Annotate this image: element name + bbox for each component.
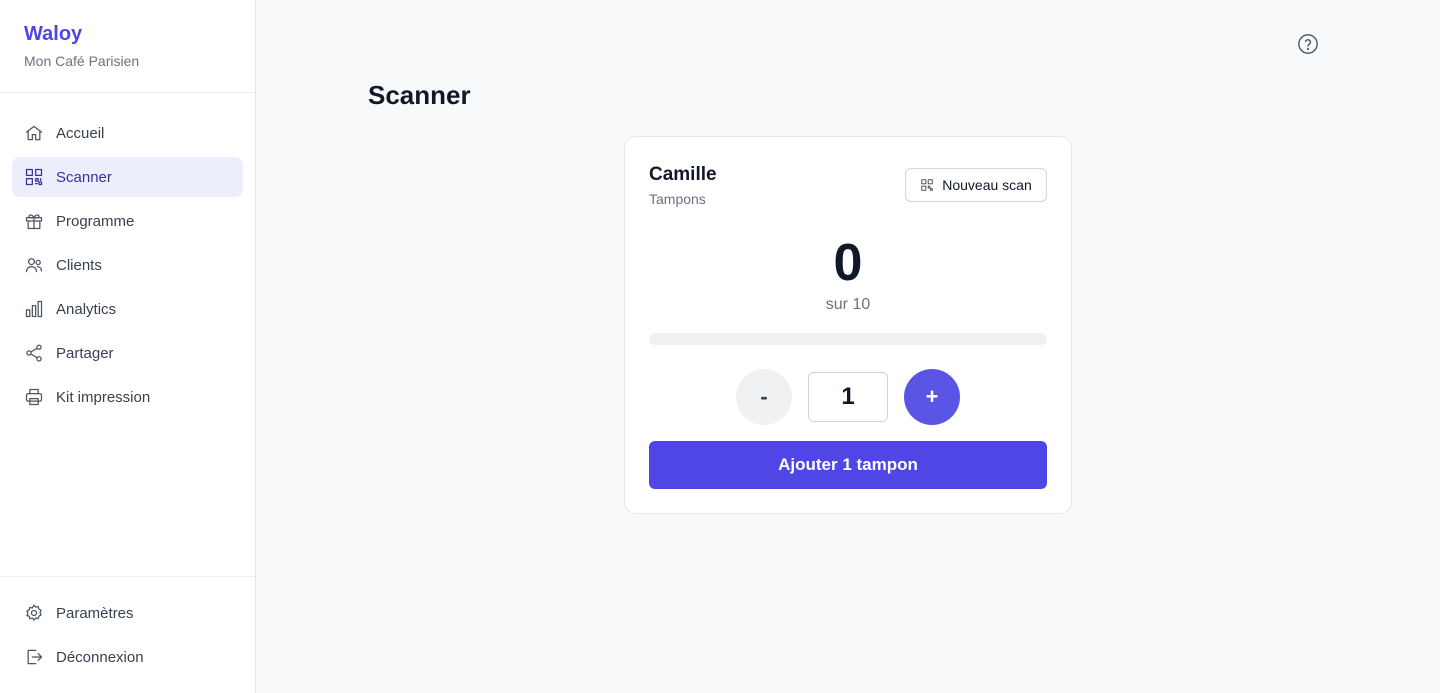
new-scan-button[interactable]: Nouveau scan [905,168,1047,202]
sidebar-bottom: Paramètres Déconnexion [0,576,255,693]
sidebar-item-analytics[interactable]: Analytics [12,289,243,329]
sidebar-item-kit-impression[interactable]: Kit impression [12,377,243,417]
brand-name[interactable]: Waloy [24,22,231,46]
gift-icon [24,211,44,231]
sidebar-item-label: Paramètres [56,604,134,622]
bar-chart-icon [24,299,44,319]
sidebar-item-accueil[interactable]: Accueil [12,113,243,153]
stamp-count: 0 [833,234,863,292]
sidebar-item-label: Programme [56,212,135,230]
qr-code-icon [24,167,44,187]
home-icon [24,123,44,143]
sidebar-item-partager[interactable]: Partager [12,333,243,373]
stamp-count-total: sur 10 [825,296,871,313]
logout-icon [24,647,44,667]
printer-icon [24,387,44,407]
users-icon [24,255,44,275]
quantity-stepper: - + [625,369,1071,425]
sidebar-item-label: Déconnexion [56,648,144,666]
sidebar-item-programme[interactable]: Programme [12,201,243,241]
sidebar-item-label: Partager [56,344,114,362]
qr-code-icon [921,179,933,191]
sidebar-item-label: Clients [56,256,102,274]
sidebar-item-parametres[interactable]: Paramètres [12,593,243,633]
customer-name: Camille [649,164,717,185]
sidebar-item-deconnexion[interactable]: Déconnexion [12,637,243,677]
sidebar-nav: Accueil Scanner Programme Clients Analyt… [0,93,255,576]
sidebar: Waloy Mon Café Parisien Accueil Scanner [0,0,256,693]
page-title: Scanner [368,80,471,110]
increment-button[interactable]: + [904,369,960,425]
brand: Waloy Mon Café Parisien [0,0,255,93]
share-icon [24,343,44,363]
app-root: Waloy Mon Café Parisien Accueil Scanner [0,0,1440,693]
sidebar-item-label: Analytics [56,300,117,318]
new-scan-label: Nouveau scan [942,177,1032,193]
help-circle-icon[interactable] [1297,33,1319,55]
quantity-input[interactable] [808,372,888,422]
decrement-button[interactable]: - [736,369,792,425]
sidebar-item-clients[interactable]: Clients [12,245,243,285]
gear-icon [24,603,44,623]
brand-subtitle: Mon Café Parisien [24,53,140,69]
customer-subtitle: Tampons [649,191,706,207]
sidebar-item-label: Kit impression [56,388,151,406]
main-content: Scanner Camille Tampons Nouveau scan 0 s… [256,0,1440,693]
sidebar-item-label: Scanner [56,168,112,186]
sidebar-item-label: Accueil [56,124,105,142]
add-stamp-button[interactable]: Ajouter 1 tampon [649,441,1047,489]
stamp-progress-bar [649,333,1047,345]
scan-card: Camille Tampons Nouveau scan 0 sur 10 - … [624,136,1072,514]
sidebar-item-scanner[interactable]: Scanner [12,157,243,197]
